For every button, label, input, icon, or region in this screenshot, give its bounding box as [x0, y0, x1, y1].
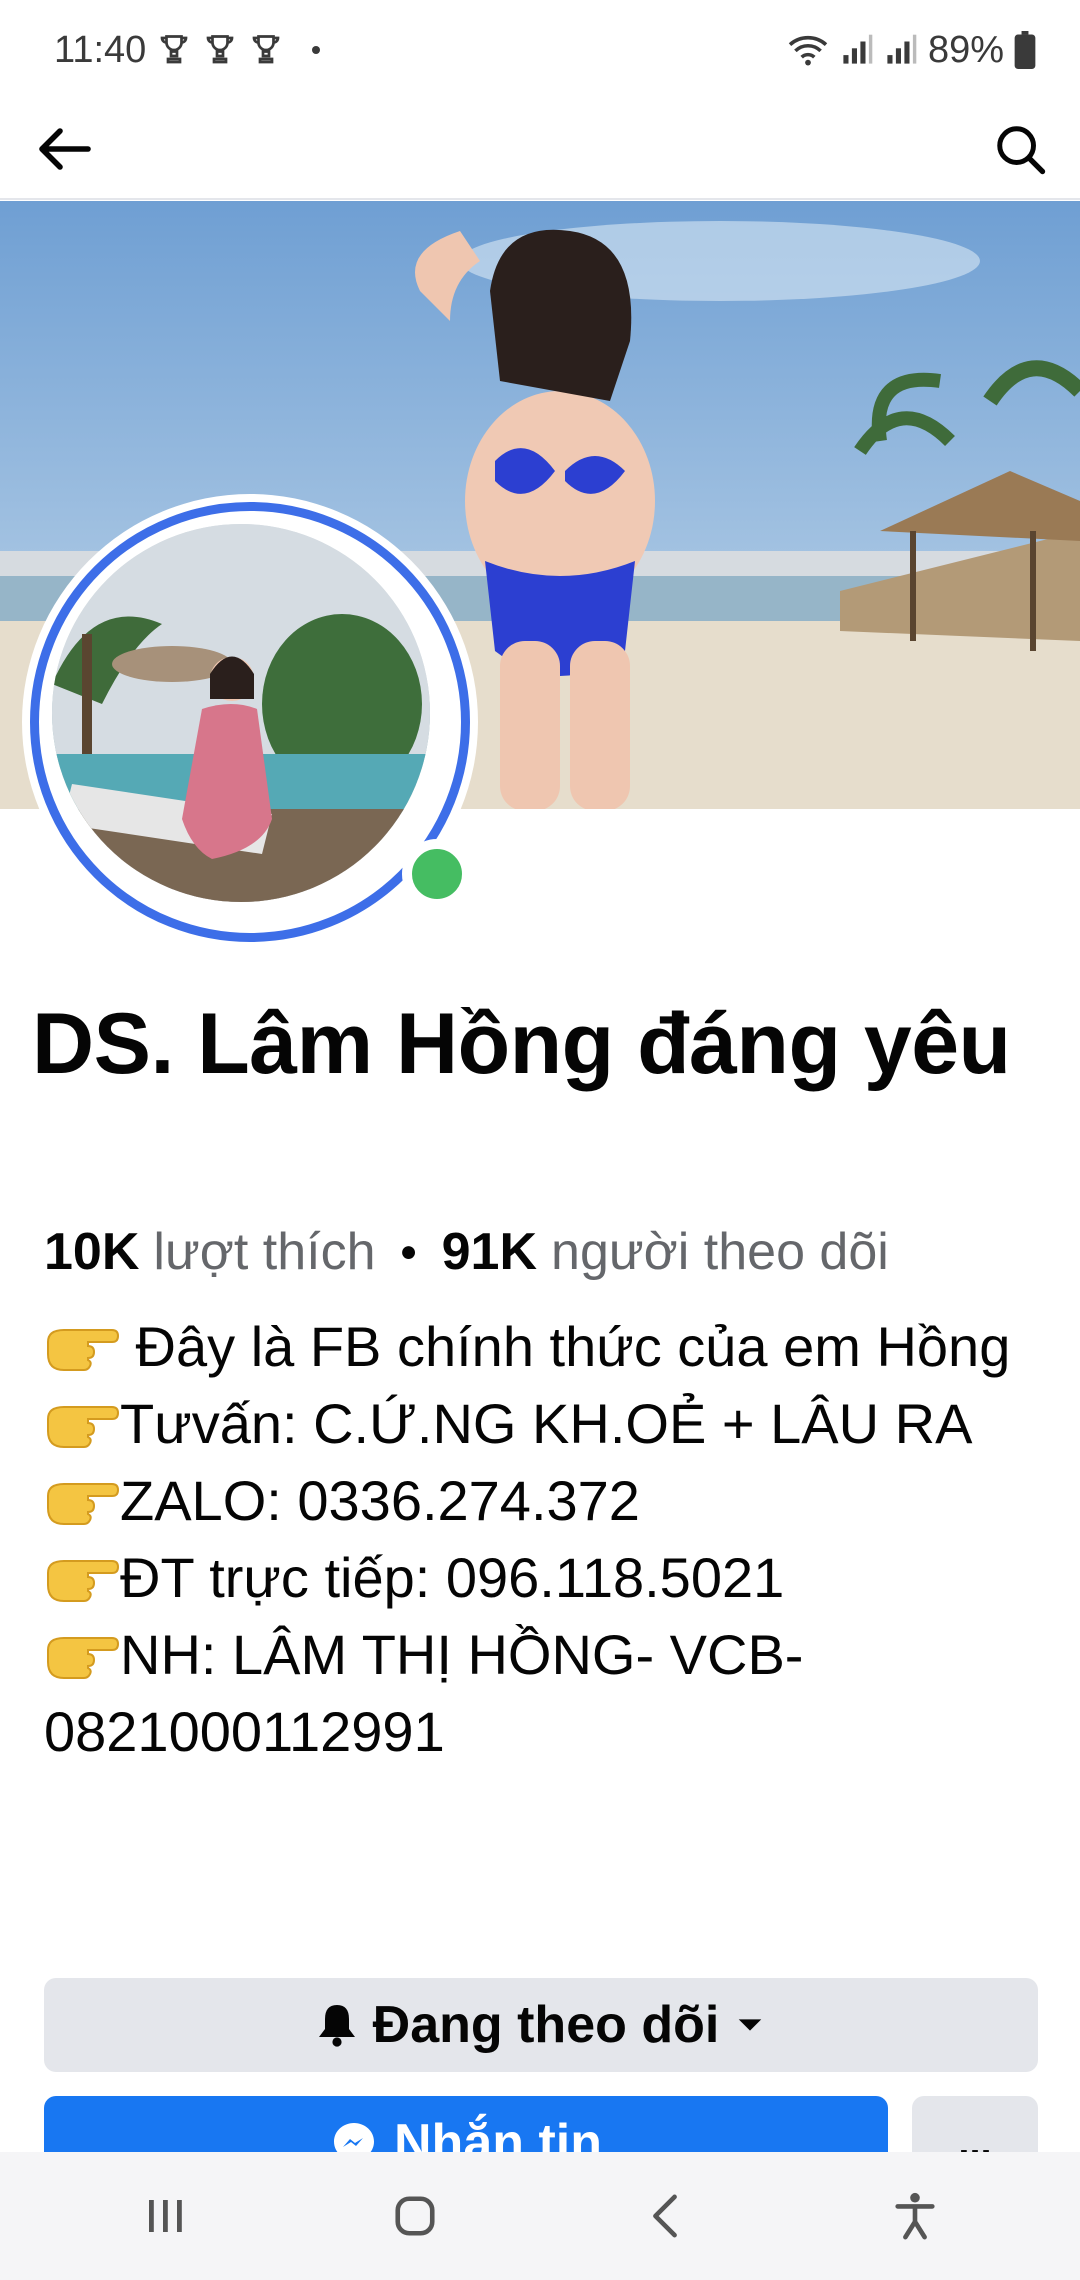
trophy-icon: [206, 35, 234, 64]
pointing-hand-icon: [47, 1483, 120, 1525]
status-bar: 11:40 89%: [0, 0, 1080, 100]
bio-line: Tưvấn: C.Ứ.NG KH.OẺ + LÂU RA: [44, 1385, 1044, 1462]
bio-line: NH: LÂM THỊ HỒNG- VCB-0821000112991: [44, 1616, 1044, 1770]
page-stats[interactable]: 10K lượt thích ● 91K người theo dõi: [44, 1222, 889, 1282]
accessibility-button[interactable]: [870, 2171, 960, 2261]
avatar-scene: [52, 524, 430, 902]
bio-line-5: NH: LÂM THỊ HỒNG- VCB-0821000112991: [44, 1623, 804, 1763]
battery-percent: 89%: [927, 28, 1004, 71]
bio-line: ZALO: 0336.274.372: [44, 1462, 1044, 1539]
status-time: 11:40: [54, 28, 147, 71]
pointing-hand-icon: [47, 1329, 120, 1371]
bio-line: Đây là FB chính thức của em Hồng: [44, 1308, 1044, 1385]
battery-icon: [1014, 31, 1036, 69]
pointing-hand-icon: [47, 1406, 120, 1448]
following-label: Đang theo dõi: [372, 1996, 720, 2054]
stats-separator-icon: ●: [399, 1235, 418, 1268]
home-button[interactable]: [370, 2171, 460, 2261]
notification-dot: [312, 46, 321, 54]
status-right: 89%: [786, 29, 1036, 72]
back-icon: [653, 2194, 677, 2238]
bio-line-3: ZALO: 0336.274.372: [120, 1469, 640, 1532]
followers-label: người theo dõi: [551, 1223, 889, 1281]
signal-icon: [887, 34, 917, 64]
recent-apps-button[interactable]: [120, 2171, 210, 2261]
chevron-down-icon: [739, 2019, 762, 2031]
signal-icon: [843, 34, 873, 64]
online-status-indicator: [402, 839, 472, 909]
profile-avatar[interactable]: [22, 494, 478, 950]
home-icon: [395, 2196, 435, 2236]
pointing-hand-icon: [47, 1560, 120, 1602]
status-left: 11:40: [54, 28, 321, 72]
bell-icon: [318, 2005, 355, 2047]
bio-line-2: Tưvấn: C.Ứ.NG KH.OẺ + LÂU RA: [120, 1392, 973, 1455]
trophy-icon: [160, 35, 188, 64]
nav-back-button[interactable]: [620, 2171, 710, 2261]
likes-label: lượt thích: [153, 1223, 376, 1281]
bio-line: ĐT trực tiếp: 096.118.5021: [44, 1539, 1044, 1616]
likes-count: 10K: [44, 1223, 140, 1281]
accessibility-icon: [895, 2192, 935, 2240]
bio-line-4: ĐT trực tiếp: 096.118.5021: [120, 1546, 785, 1609]
back-button[interactable]: [32, 117, 96, 181]
following-button[interactable]: Đang theo dõi: [44, 1978, 1038, 2072]
pointing-hand-icon: [47, 1637, 120, 1679]
page-title: DS. Lâm Hồng đáng yêu: [32, 996, 1011, 1092]
trophy-icon: [252, 35, 280, 64]
search-icon: [997, 126, 1046, 175]
app-bar: [0, 100, 1080, 200]
bio-line-1: Đây là FB chính thức của em Hồng: [120, 1315, 1011, 1378]
page-bio: Đây là FB chính thức của em Hồng Tưvấn: …: [44, 1308, 1044, 1770]
followers-count: 91K: [441, 1223, 538, 1281]
search-button[interactable]: [988, 117, 1052, 181]
arrow-left-icon: [39, 128, 91, 170]
recent-apps-icon: [149, 2200, 182, 2232]
system-nav-bar: [0, 2152, 1080, 2280]
avatar-photo: [52, 524, 430, 902]
wifi-icon: [788, 35, 828, 66]
